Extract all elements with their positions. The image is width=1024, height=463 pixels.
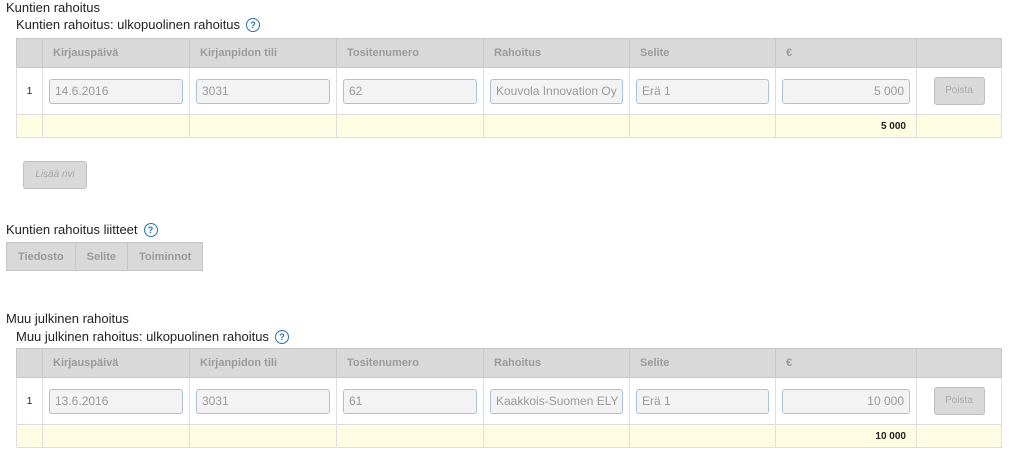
- voucher-field[interactable]: 62: [343, 78, 477, 104]
- delete-button[interactable]: Poista: [933, 77, 985, 105]
- attachments-table: Tiedosto Selite Toiminnot: [6, 242, 204, 271]
- column-header-tositenumero: Tositenumero: [336, 348, 484, 378]
- row-number: 1: [16, 67, 43, 115]
- funding-table-muu-julkinen: Kirjauspäivä Kirjanpidon tili Tositenume…: [16, 348, 1002, 448]
- column-header-kirjauspaiva: Kirjauspäivä: [42, 38, 190, 68]
- section-title-kuntien-rahoitus: Kuntien rahoitus: [6, 0, 100, 15]
- column-header-toiminnot: Toiminnot: [126, 242, 204, 271]
- description-field[interactable]: Erä 1: [636, 388, 769, 414]
- table-row: 1 13.6.2016 3031 61 Kaakkois-Suomen ELY …: [16, 377, 1002, 425]
- help-icon[interactable]: ?: [143, 223, 158, 237]
- column-header-rahoitus: Rahoitus: [483, 38, 630, 68]
- date-field[interactable]: 13.6.2016: [49, 388, 183, 414]
- column-header-selite: Selite: [629, 38, 776, 68]
- column-header-kirjanpidon-tili: Kirjanpidon tili: [189, 38, 337, 68]
- subsection-title-text: Muu julkinen rahoitus: ulkopuolinen raho…: [16, 329, 269, 344]
- add-row-button[interactable]: Lisää rivi: [23, 161, 87, 189]
- column-header-euro: €: [775, 38, 917, 68]
- date-field[interactable]: 14.6.2016: [49, 78, 183, 104]
- amount-field[interactable]: 5 000: [782, 78, 910, 104]
- column-header-selite: Selite: [74, 242, 129, 271]
- total-row: 10 000: [16, 424, 1002, 448]
- column-header-euro: €: [775, 348, 917, 378]
- account-field[interactable]: 3031: [196, 388, 330, 414]
- total-amount: 10 000: [775, 424, 917, 448]
- delete-button[interactable]: Poista: [933, 387, 985, 415]
- column-header-actions: [916, 38, 1002, 68]
- total-row: 5 000: [16, 114, 1002, 138]
- row-number: 1: [16, 377, 43, 425]
- amount-field[interactable]: 10 000: [782, 388, 910, 414]
- subsection-title-text: Kuntien rahoitus: ulkopuolinen rahoitus: [16, 17, 241, 32]
- column-header-tositenumero: Tositenumero: [336, 38, 484, 68]
- column-header-tiedosto: Tiedosto: [6, 242, 76, 271]
- column-header-actions: [916, 348, 1002, 378]
- funding-table-kuntien: Kirjauspäivä Kirjanpidon tili Tositenume…: [16, 38, 1002, 138]
- funding-field[interactable]: Kaakkois-Suomen ELY: [490, 388, 623, 414]
- column-header-rownum: [16, 38, 43, 68]
- attachments-title: Kuntien rahoitus liitteet?: [6, 222, 158, 237]
- attachments-title-text: Kuntien rahoitus liitteet: [6, 222, 138, 237]
- table-row: 1 14.6.2016 3031 62 Kouvola Innovation O…: [16, 67, 1002, 115]
- funding-field[interactable]: Kouvola Innovation Oy: [490, 78, 623, 104]
- help-icon[interactable]: ?: [274, 330, 289, 344]
- section-title-muu-julkinen: Muu julkinen rahoitus: [6, 311, 129, 326]
- help-icon[interactable]: ?: [246, 18, 261, 32]
- description-field[interactable]: Erä 1: [636, 78, 769, 104]
- total-amount: 5 000: [775, 114, 917, 138]
- column-header-kirjauspaiva: Kirjauspäivä: [42, 348, 190, 378]
- column-header-rahoitus: Rahoitus: [483, 348, 630, 378]
- subsection-title-kuntien-ulkopuolinen: Kuntien rahoitus: ulkopuolinen rahoitus?: [16, 17, 261, 32]
- voucher-field[interactable]: 61: [343, 388, 477, 414]
- subsection-title-muu-ulkopuolinen: Muu julkinen rahoitus: ulkopuolinen raho…: [16, 329, 289, 344]
- account-field[interactable]: 3031: [196, 78, 330, 104]
- column-header-kirjanpidon-tili: Kirjanpidon tili: [189, 348, 337, 378]
- column-header-rownum: [16, 348, 43, 378]
- column-header-selite: Selite: [629, 348, 776, 378]
